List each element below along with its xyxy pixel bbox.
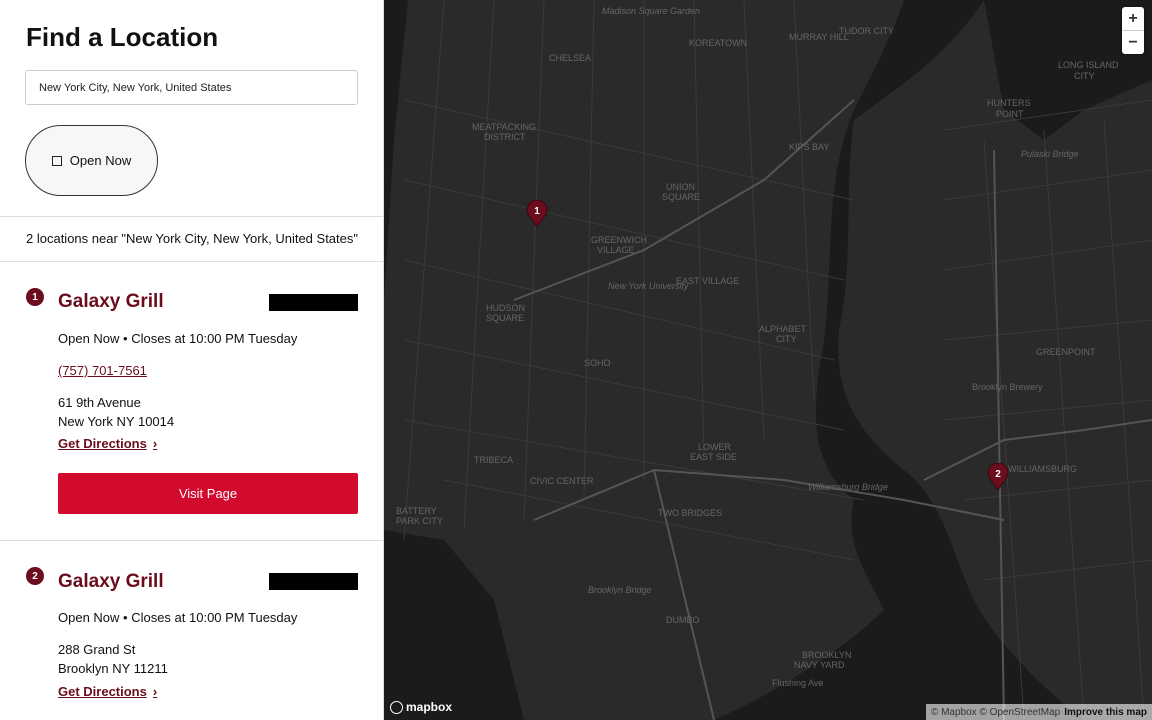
location-name[interactable]: Galaxy Grill [58,291,164,313]
svg-text:KOREATOWN: KOREATOWN [689,38,747,48]
svg-text:BATTERY: BATTERY [396,506,437,516]
svg-text:ALPHABET: ALPHABET [759,324,807,334]
zoom-in-button[interactable]: + [1122,7,1144,30]
svg-text:PARK CITY: PARK CITY [396,516,443,526]
svg-text:CITY: CITY [776,334,797,344]
redacted-distance [269,294,358,311]
svg-text:MEATPACKING: MEATPACKING [472,122,536,132]
location-hours: Open Now • Closes at 10:00 PM Tuesday [58,610,298,625]
svg-text:KIPS BAY: KIPS BAY [789,142,829,152]
address-line-2: New York NY 10014 [58,414,175,429]
attribution-text[interactable]: © Mapbox © OpenStreetMap [931,707,1060,718]
svg-text:DUMBO: DUMBO [666,615,700,625]
redacted-distance [269,573,358,590]
svg-text:HUDSON: HUDSON [486,303,525,313]
svg-text:POINT: POINT [996,109,1024,119]
open-now-label: Open Now [69,153,132,168]
marker-2-label: 2 [995,469,1001,480]
svg-text:EAST SIDE: EAST SIDE [690,452,737,462]
location-number-badge: 2 [26,567,44,585]
checkbox-icon [51,155,62,166]
svg-text:UNION: UNION [666,182,695,192]
address-line-1: 61 9th Avenue [58,395,141,410]
svg-text:LOWER: LOWER [698,442,732,452]
svg-text:GREENPOINT: GREENPOINT [1036,347,1096,357]
location-address: 61 9th Avenue New York NY 10014 [58,393,174,431]
mapbox-logo-text: mapbox [406,700,453,714]
marker-1-label: 1 [534,206,540,217]
get-directions-label: Get Directions [58,436,147,451]
divider [0,216,383,217]
open-now-filter-button[interactable]: Open Now [25,125,158,196]
location-address: 288 Grand St Brooklyn NY 11211 [58,640,168,678]
map-attribution: © Mapbox © OpenStreetMap Improve this ma… [925,704,1152,720]
address-line-2: Brooklyn NY 11211 [58,661,168,676]
svg-text:VILLAGE: VILLAGE [597,245,635,255]
results-count: 2 locations near "New York City, New Yor… [26,231,358,246]
address-line-1: 288 Grand St [58,642,136,657]
svg-text:SOHO: SOHO [584,358,611,368]
location-sidebar: Find a Location Open Now 2 locations nea… [0,0,384,720]
location-card: 1 Galaxy Grill Open Now • Closes at 10:0… [0,261,383,540]
svg-text:Flushing Ave: Flushing Ave [772,678,823,688]
svg-text:GREENWICH: GREENWICH [591,235,647,245]
svg-text:WILLIAMSBURG: WILLIAMSBURG [1008,464,1077,474]
svg-text:Brooklyn Brewery: Brooklyn Brewery [972,382,1043,392]
get-directions-link[interactable]: Get Directions › [58,436,157,451]
improve-map-link[interactable]: Improve this map [1064,707,1147,718]
zoom-out-button[interactable]: − [1122,30,1144,54]
visit-page-button[interactable]: Visit Page [58,473,358,514]
mapbox-logo[interactable]: mapbox [390,700,452,714]
location-search-input[interactable] [25,70,358,105]
svg-text:CITY: CITY [1074,71,1095,81]
svg-text:DISTRICT: DISTRICT [484,132,526,142]
svg-text:TUDOR CITY: TUDOR CITY [839,26,894,36]
svg-text:TRIBECA: TRIBECA [474,455,513,465]
phone-link[interactable]: (757) 701-7561 [58,363,147,378]
map-marker-1[interactable]: 1 [526,200,548,228]
page-title: Find a Location [26,22,219,52]
location-name[interactable]: Galaxy Grill [58,571,164,593]
chevron-right-icon: › [152,684,158,699]
svg-text:Brooklyn Bridge: Brooklyn Bridge [588,585,652,595]
map-canvas[interactable]: Madison Square Garden KOREATOWN MURRAY H… [384,0,1152,720]
svg-text:BROOKLYN: BROOKLYN [802,650,851,660]
svg-text:CIVIC CENTER: CIVIC CENTER [530,476,594,486]
svg-text:New York University: New York University [608,281,689,291]
svg-text:CHELSEA: CHELSEA [549,53,591,63]
svg-text:SQUARE: SQUARE [486,313,524,323]
location-number-badge: 1 [26,288,44,306]
map-base: Madison Square Garden KOREATOWN MURRAY H… [384,0,1152,720]
chevron-right-icon: › [152,436,158,451]
svg-text:HUNTERS: HUNTERS [987,98,1031,108]
map-marker-2[interactable]: 2 [987,463,1009,491]
location-hours: Open Now • Closes at 10:00 PM Tuesday [58,331,298,346]
svg-text:Madison Square Garden: Madison Square Garden [602,6,700,16]
svg-text:SQUARE: SQUARE [662,192,700,202]
mapbox-icon [390,700,403,714]
location-card: 2 Galaxy Grill Open Now • Closes at 10:0… [0,540,383,720]
get-directions-link[interactable]: Get Directions › [58,684,157,699]
svg-text:NAVY YARD: NAVY YARD [794,660,845,670]
svg-text:Pulaski Bridge: Pulaski Bridge [1021,149,1079,159]
svg-text:TWO BRIDGES: TWO BRIDGES [658,508,722,518]
svg-text:Williamsburg Bridge: Williamsburg Bridge [808,482,888,492]
zoom-controls: + − [1122,7,1144,54]
svg-text:LONG ISLAND: LONG ISLAND [1058,60,1119,70]
get-directions-label: Get Directions [58,684,147,699]
